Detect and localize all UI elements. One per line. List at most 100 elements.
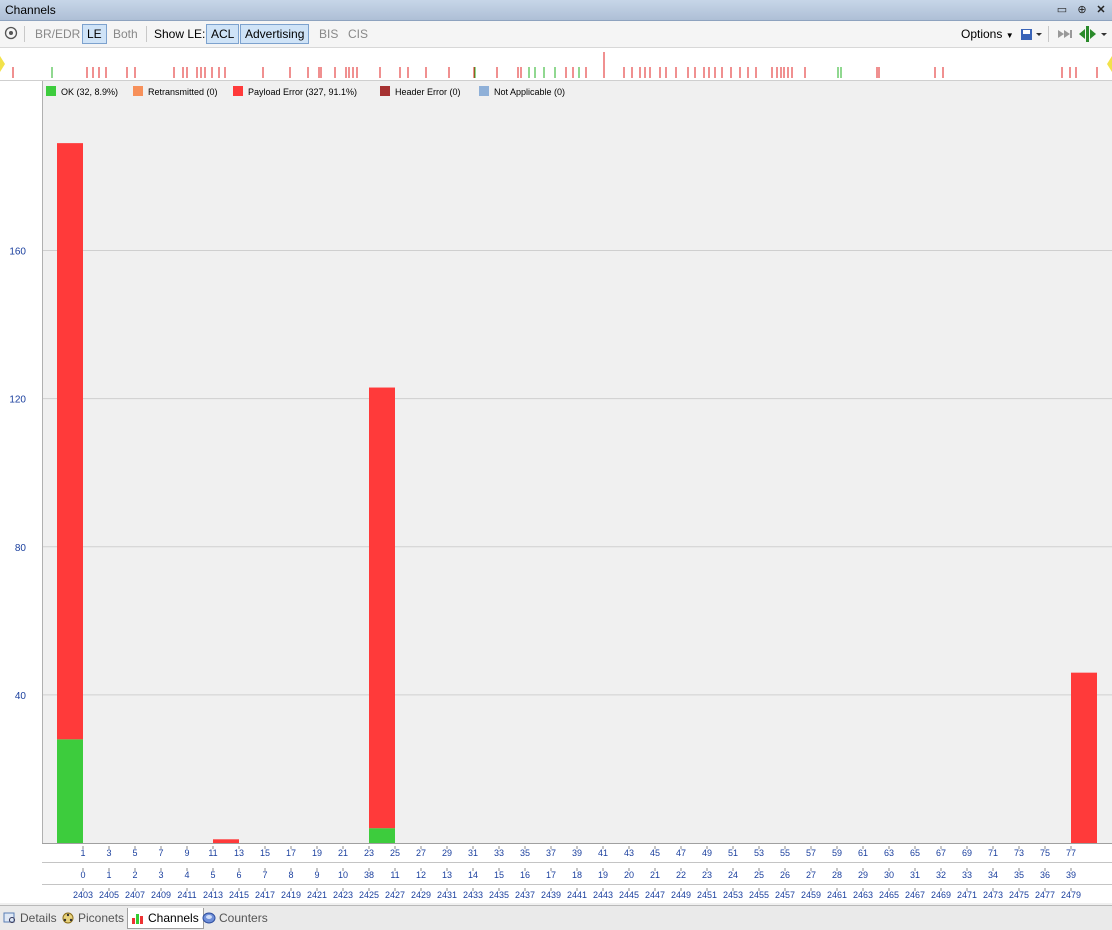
- x-tick-label-row2: 0: [80, 870, 85, 880]
- timeline-left-marker[interactable]: [0, 56, 5, 72]
- tab-piconets[interactable]: Piconets: [58, 908, 128, 928]
- x-tick-label-row1: 63: [884, 848, 894, 858]
- show-le-label: Show LE:: [154, 27, 206, 41]
- restore-icon[interactable]: ▭: [1055, 3, 1069, 17]
- y-tick-label: 120: [9, 395, 26, 406]
- acl-toggle[interactable]: ACL: [206, 24, 240, 44]
- x-tick-label-row3: 2475: [1009, 890, 1029, 900]
- legend-label: Header Error (0): [395, 87, 461, 97]
- settings-icon[interactable]: [4, 26, 18, 43]
- x-tick-label-row3: 2459: [801, 890, 821, 900]
- pin-icon[interactable]: ⊕: [1075, 3, 1089, 17]
- bottom-tab-bar: Details Piconets Channels Counters: [0, 905, 1112, 930]
- x-tick-label-row1: 1: [80, 848, 85, 858]
- x-tick-label-row3: 2439: [541, 890, 561, 900]
- x-tick-label-row1: 23: [364, 848, 374, 858]
- tab-details[interactable]: Details: [0, 908, 61, 928]
- magnifier-icon: [3, 912, 15, 923]
- x-tick-label-row3: 2447: [645, 890, 665, 900]
- x-tick-label-row3: 2465: [879, 890, 899, 900]
- tab-label: Counters: [219, 911, 268, 925]
- tab-label: Piconets: [78, 911, 125, 925]
- x-tick-label-row3: 2469: [931, 890, 951, 900]
- le-button[interactable]: LE: [82, 24, 107, 44]
- legend-retransmitted: Retransmitted (0): [133, 84, 218, 100]
- x-tick-label-row2: 12: [416, 870, 426, 880]
- x-tick-label-row1: 29: [442, 848, 452, 858]
- x-tick-label-row2: 24: [728, 870, 738, 880]
- legend-swatch: [380, 86, 390, 96]
- timeline-right-marker[interactable]: [1107, 56, 1112, 72]
- x-tick-label-row3: 2463: [853, 890, 873, 900]
- x-tick-label-row1: 47: [676, 848, 686, 858]
- x-tick-label-row2: 18: [572, 870, 582, 880]
- x-tick-label-row2: 36: [1040, 870, 1050, 880]
- bar-payload-error-2426: [369, 387, 395, 829]
- y-tick-label: 160: [9, 247, 26, 258]
- x-tick-label-row1: 19: [312, 848, 322, 858]
- x-tick-label-row2: 21: [650, 870, 660, 880]
- x-tick-label-row3: 2467: [905, 890, 925, 900]
- legend-not-applicable: Not Applicable (0): [479, 84, 565, 100]
- x-tick-label-row2: 8: [288, 870, 293, 880]
- y-tick-label: 40: [15, 691, 27, 702]
- bar-ok-2426: [369, 828, 395, 843]
- x-tick-label-row2: 4: [184, 870, 189, 880]
- x-tick-label-row1: 7: [158, 848, 163, 858]
- save-icon[interactable]: [1020, 27, 1042, 44]
- x-tick-label-row1: 61: [858, 848, 868, 858]
- tab-label: Details: [20, 911, 57, 925]
- x-tick-label-row2: 2: [132, 870, 137, 880]
- skip-forward-icon[interactable]: [1056, 27, 1074, 44]
- cis-toggle[interactable]: CIS: [346, 24, 370, 44]
- toolbar: BR/EDR LE Both Show LE: ACL Advertising …: [0, 21, 1112, 48]
- x-tick-label-row1: 17: [286, 848, 296, 858]
- both-button[interactable]: Both: [111, 24, 140, 44]
- legend-label: OK (32, 8.9%): [61, 87, 119, 97]
- x-tick-label-row2: 14: [468, 870, 478, 880]
- x-tick-label-row1: 27: [416, 848, 426, 858]
- advertising-toggle[interactable]: Advertising: [240, 24, 310, 44]
- bis-toggle[interactable]: BIS: [317, 24, 340, 44]
- x-tick-label-row3: 2413: [203, 890, 223, 900]
- options-label: Options: [961, 27, 1003, 41]
- br-edr-button[interactable]: BR/EDR: [33, 24, 82, 44]
- tab-channels[interactable]: Channels: [127, 908, 204, 929]
- x-tick-label-row1: 43: [624, 848, 634, 858]
- legend-payload-error: Payload Error (327, 91.1%): [233, 84, 357, 100]
- x-tick-label-row2: 5: [210, 870, 215, 880]
- x-tick-label-row1: 21: [338, 848, 348, 858]
- x-tick-label-row2: 10: [338, 870, 348, 880]
- x-tick-label-row3: 2405: [99, 890, 119, 900]
- x-tick-label-row3: 2461: [827, 890, 847, 900]
- bar-ok-2402: [57, 739, 83, 843]
- plot-area: [42, 81, 1112, 843]
- x-tick-label-row2: 3: [158, 870, 163, 880]
- packet-timeline[interactable]: [0, 48, 1112, 81]
- x-tick-label-row3: 2407: [125, 890, 145, 900]
- x-tick-label-row3: 2445: [619, 890, 639, 900]
- chart-canvas: 40801201601 3 5 7 9 11 13 15 17 19 21 23 25 27 29 31 33 3…: [0, 81, 1112, 903]
- x-tick-label-row1: 25: [390, 848, 400, 858]
- x-tick-label-row3: 2471: [957, 890, 977, 900]
- x-tick-label-row3: 2411: [177, 890, 196, 900]
- x-tick-label-row1: 55: [780, 848, 790, 858]
- options-menu[interactable]: Options ▼: [959, 24, 1016, 44]
- x-tick-label-row2: 34: [988, 870, 998, 880]
- x-tick-label-row3: 2457: [775, 890, 795, 900]
- x-tick-label-row3: 2415: [229, 890, 249, 900]
- x-tick-label-row3: 2449: [671, 890, 691, 900]
- x-tick-label-row2: 39: [1066, 870, 1076, 880]
- x-tick-label-row3: 2427: [385, 890, 405, 900]
- window-title: Channels: [5, 3, 56, 17]
- x-tick-label-row2: 17: [546, 870, 556, 880]
- x-tick-label-row3: 2403: [73, 890, 93, 900]
- toolbar-separator: [146, 26, 147, 42]
- x-tick-label-row1: 45: [650, 848, 660, 858]
- legend-label: Not Applicable (0): [494, 87, 566, 97]
- legend-swatch: [233, 86, 243, 96]
- close-icon[interactable]: ✕: [1094, 3, 1108, 17]
- tab-counters[interactable]: Counters: [199, 908, 272, 928]
- collapse-arrows-icon[interactable]: [1078, 25, 1108, 46]
- legend-label: Payload Error (327, 91.1%): [248, 87, 358, 97]
